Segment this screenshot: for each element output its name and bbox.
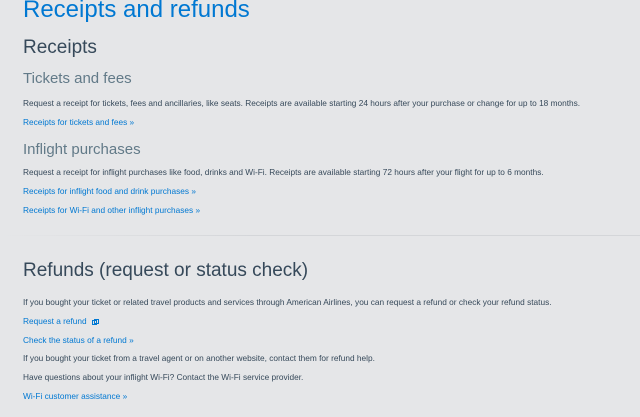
inflight-purchases-description: Request a receipt for inflight purchases… — [23, 167, 544, 177]
tickets-fees-description: Request a receipt for tickets, fees and … — [23, 98, 581, 108]
inflight-purchases-heading: Inflight purchases — [23, 141, 141, 158]
tickets-fees-heading: Tickets and fees — [23, 70, 132, 87]
inflight-food-receipts-link[interactable]: Receipts for inflight food and drink pur… — [23, 185, 196, 197]
section-divider — [0, 235, 640, 236]
receipts-heading: Receipts — [23, 37, 97, 58]
receipts-refunds-page: Receipts and refunds Receipts Tickets an… — [0, 0, 640, 417]
wifi-questions-text: Have questions about your inflight Wi-Fi… — [23, 372, 304, 382]
tickets-fees-receipts-link[interactable]: Receipts for tickets and fees » — [23, 116, 134, 128]
inflight-wifi-receipts-link[interactable]: Receipts for Wi-Fi and other inflight pu… — [23, 204, 200, 216]
travel-agent-refund-text: If you bought your ticket from a travel … — [23, 353, 375, 363]
wifi-customer-assistance-link[interactable]: Wi-Fi customer assistance » — [23, 390, 127, 402]
external-link-icon — [91, 319, 99, 325]
request-refund-label[interactable]: Request a refund — [23, 316, 87, 326]
refunds-heading: Refunds (request or status check) — [23, 260, 309, 281]
page-title: Receipts and refunds — [23, 0, 250, 23]
refunds-description: If you bought your ticket or related tra… — [23, 297, 552, 307]
request-refund-link[interactable]: Request a refund — [23, 315, 99, 327]
check-refund-status-link[interactable]: Check the status of a refund » — [23, 334, 134, 346]
